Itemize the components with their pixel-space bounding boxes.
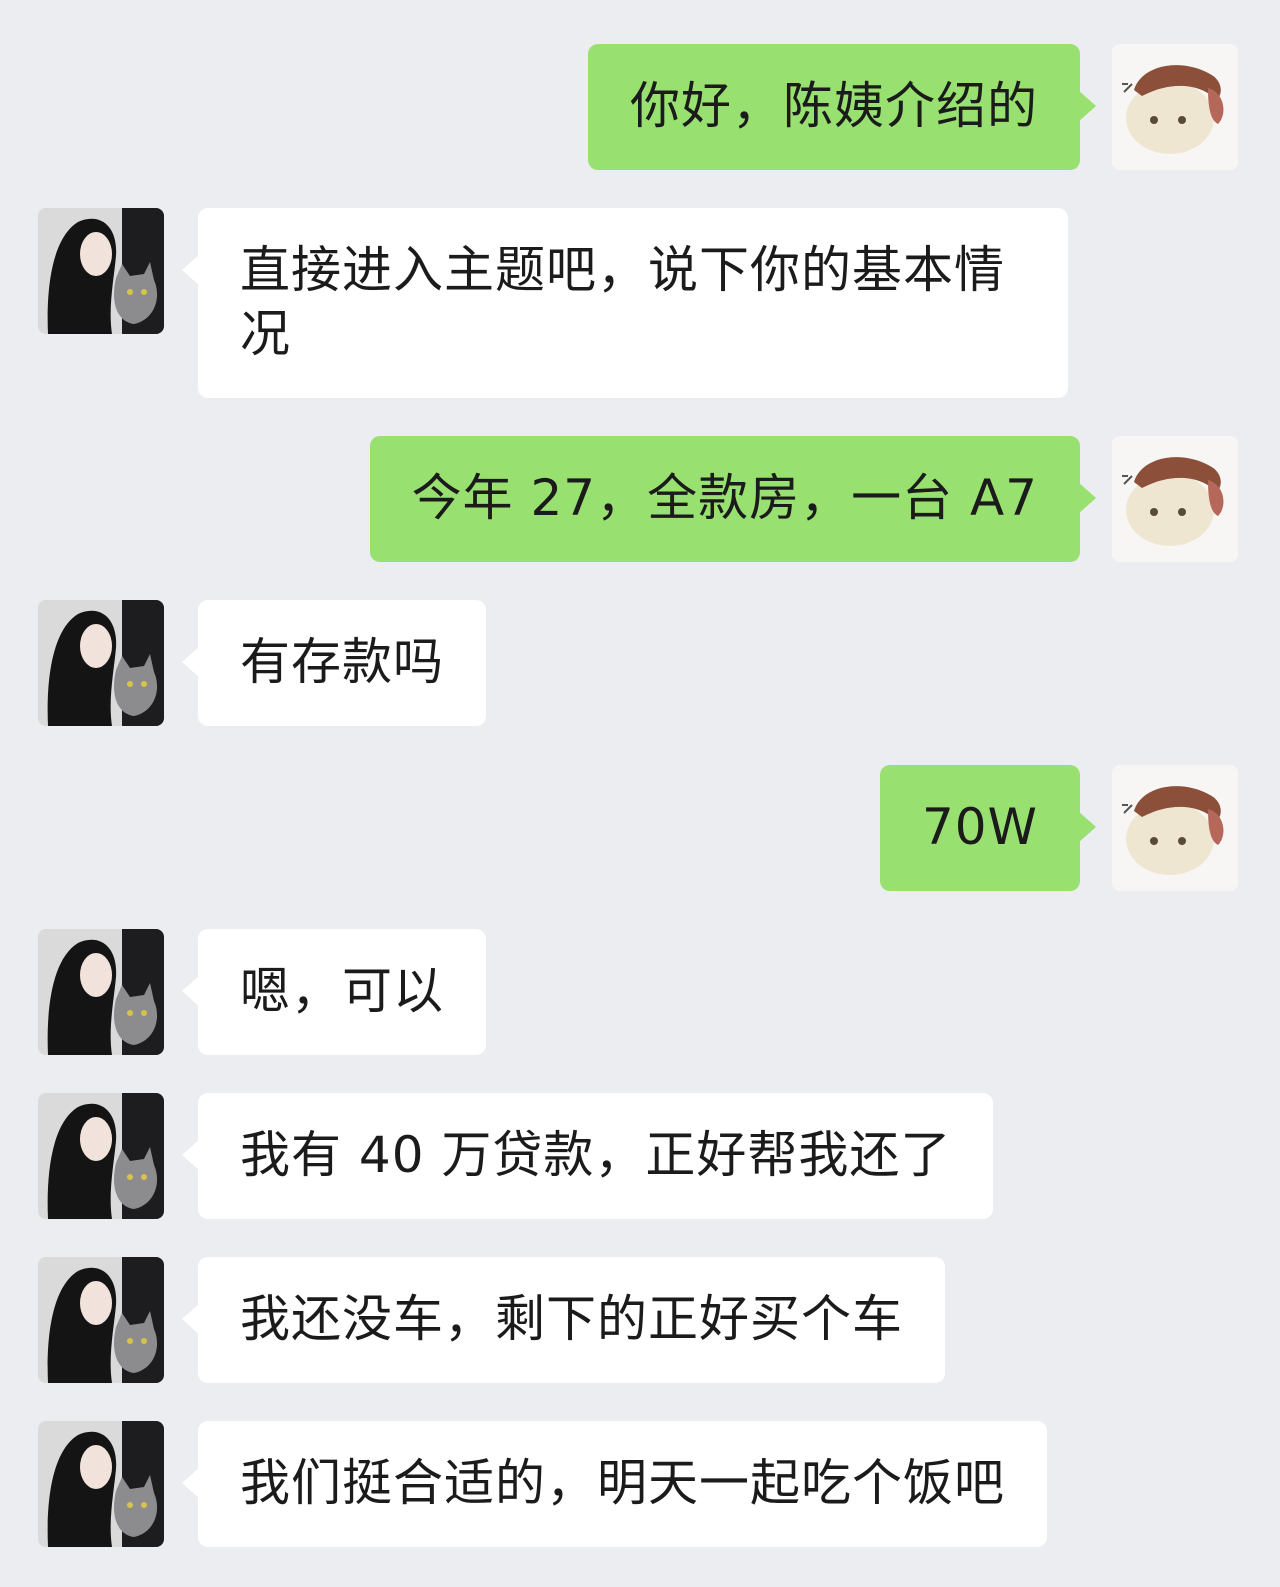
girl-with-cat-avatar-icon [38,208,164,334]
cartoon-face-avatar-icon [1112,765,1238,891]
message-bubble-received[interactable]: 我有 40 万贷款，正好帮我还了 [181,1093,994,1219]
message-bubble-received[interactable]: 有存款吗 [182,600,486,726]
cartoon-face-avatar-icon [1112,436,1238,562]
cartoon-face-avatar-icon [1112,44,1238,170]
message-text: 嗯，可以 [240,962,444,1020]
my-avatar[interactable] [1112,44,1238,170]
girl-with-cat-avatar-icon [38,1093,164,1219]
message-bubble-sent[interactable]: 你好，陈姨介绍的 [588,44,1096,170]
message-bubble-sent[interactable]: 70W [879,765,1097,891]
girl-with-cat-avatar-icon [38,1257,164,1383]
contact-avatar[interactable] [38,1257,164,1383]
my-avatar[interactable] [1112,436,1238,562]
contact-avatar[interactable] [38,1421,164,1547]
message-text: 我还没车，剩下的正好买个车 [240,1290,903,1348]
message-text: 我们挺合适的，明天一起吃个饭吧 [240,1454,1005,1512]
my-avatar[interactable] [1112,765,1238,891]
girl-with-cat-avatar-icon [38,1421,164,1547]
girl-with-cat-avatar-icon [38,600,164,726]
message-text: 70W [921,798,1038,856]
message-text: 你好，陈姨介绍的 [630,77,1038,135]
message-bubble-received[interactable]: 嗯，可以 [182,929,486,1055]
message-text: 直接进入主题吧，说下你的基本情况 [240,241,1005,363]
message-text: 有存款吗 [240,633,444,691]
contact-avatar[interactable] [38,1093,164,1219]
message-bubble-received[interactable]: 我还没车，剩下的正好买个车 [182,1257,945,1383]
message-text: 今年 27，全款房，一台 A7 [411,469,1038,527]
contact-avatar[interactable] [38,929,164,1055]
message-bubble-received[interactable]: 直接进入主题吧，说下你的基本情况 [182,208,1068,398]
message-bubble-sent[interactable]: 今年 27，全款房，一台 A7 [369,436,1097,562]
chat-view[interactable]: 你好，陈姨介绍的 直接进入主题吧，说下你的基本情况 今年 27，全款房，一台 A… [0,0,1280,1587]
girl-with-cat-avatar-icon [38,929,164,1055]
message-bubble-received[interactable]: 我们挺合适的，明天一起吃个饭吧 [182,1421,1047,1547]
message-text: 我有 40 万贷款，正好帮我还了 [240,1126,952,1184]
contact-avatar[interactable] [38,208,164,334]
contact-avatar[interactable] [38,600,164,726]
